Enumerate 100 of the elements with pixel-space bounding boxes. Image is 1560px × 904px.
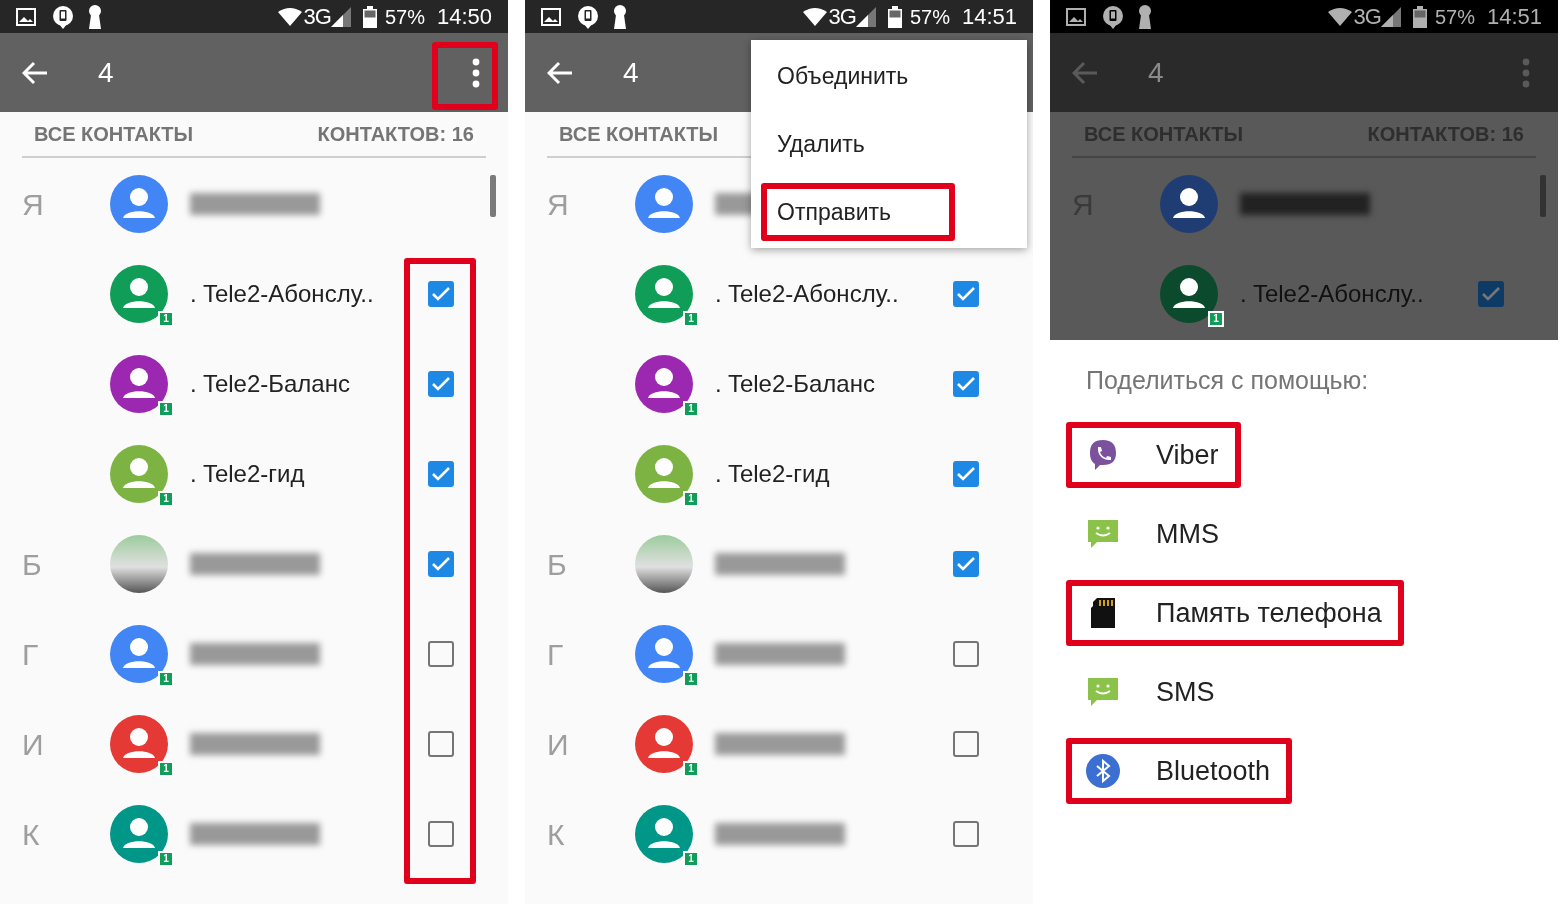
sim-badge: 1: [683, 851, 699, 867]
check-icon: [957, 557, 975, 571]
checkbox[interactable]: [428, 641, 454, 667]
checkbox[interactable]: [428, 281, 454, 307]
menu-item[interactable]: Удалить: [761, 126, 881, 162]
checkbox[interactable]: [428, 731, 454, 757]
sim-badge: 1: [683, 761, 699, 777]
section-letter: К: [22, 817, 40, 851]
sim-badge: 1: [1208, 311, 1224, 327]
message-smile-icon: [1087, 518, 1119, 550]
clock-time: 14:50: [436, 3, 492, 31]
network-type: 3G: [303, 3, 331, 31]
contact-name[interactable]: . Tele2-Абонслу..: [190, 276, 374, 312]
check-icon: [957, 377, 975, 391]
signal-icon: [330, 6, 351, 27]
share-option[interactable]: Viber: [1066, 422, 1241, 488]
check-icon: [957, 467, 975, 481]
section-letter: Я: [22, 187, 44, 221]
contacts-count: КОНТАКТОВ: 16: [317, 122, 474, 147]
checkbox[interactable]: [428, 371, 454, 397]
sim-badge: 1: [683, 671, 699, 687]
battery-icon: [362, 5, 377, 28]
check-icon: [1482, 287, 1500, 301]
share-option[interactable]: Bluetooth: [1066, 738, 1293, 804]
phone-pin-icon: [52, 4, 74, 29]
sim-badge: 1: [158, 491, 174, 507]
check-icon: [432, 557, 450, 571]
sim-badge: 1: [158, 311, 174, 327]
section-letter: Б: [22, 547, 42, 581]
contact-name[interactable]: . Tele2-Баланс: [190, 366, 350, 402]
check-icon: [432, 377, 450, 391]
sim-badge: 1: [683, 311, 699, 327]
selected-count: 4: [623, 55, 639, 90]
sim-badge: 1: [683, 491, 699, 507]
checkbox[interactable]: [953, 461, 979, 487]
keyhole-icon: [1138, 4, 1152, 29]
wifi-icon: [802, 7, 827, 26]
checkbox[interactable]: [953, 821, 979, 847]
selected-count: 4: [1148, 55, 1164, 90]
battery-percent: 57%: [384, 4, 425, 30]
network-type: 3G: [1353, 3, 1381, 31]
sim-badge: 1: [158, 761, 174, 777]
phone-pin-icon: [1102, 4, 1124, 29]
network-type: 3G: [828, 3, 856, 31]
battery-icon: [887, 5, 902, 28]
keyhole-icon: [613, 4, 627, 29]
section-letter: Я: [547, 187, 569, 221]
more-menu-icon[interactable]: [472, 57, 480, 88]
share-title: Поделиться с помощью:: [1086, 366, 1369, 394]
checkbox[interactable]: [428, 821, 454, 847]
keyhole-icon: [88, 4, 102, 29]
checkbox[interactable]: [428, 461, 454, 487]
share-option[interactable]: Память телефона: [1066, 580, 1404, 646]
battery-icon: [1412, 5, 1427, 28]
checkbox[interactable]: [953, 731, 979, 757]
checkbox[interactable]: [953, 641, 979, 667]
bluetooth-icon: [1086, 754, 1120, 788]
battery-percent: 57%: [1434, 4, 1475, 30]
contact-name[interactable]: . Tele2-гид: [190, 456, 305, 492]
checkbox[interactable]: [428, 551, 454, 577]
contact-name[interactable]: . Tele2-гид: [715, 456, 830, 492]
share-option[interactable]: MMS: [1066, 501, 1241, 567]
menu-item[interactable]: Отправить: [761, 182, 955, 242]
check-icon: [432, 287, 450, 301]
contact-name[interactable]: . Tele2-Баланс: [715, 366, 875, 402]
all-contacts-tab[interactable]: ВСЕ КОНТАКТЫ: [34, 119, 194, 149]
sim-badge: 1: [683, 401, 699, 417]
phone-pin-icon: [577, 4, 599, 29]
clock-time: 14:51: [1486, 3, 1542, 31]
section-letter: К: [547, 817, 565, 851]
share-option[interactable]: SMS: [1066, 659, 1237, 725]
all-contacts-tab[interactable]: ВСЕ КОНТАКТЫ: [559, 119, 719, 149]
check-icon: [957, 287, 975, 301]
viber-icon: [1088, 439, 1118, 471]
section-letter: Б: [547, 547, 567, 581]
section-letter: И: [22, 727, 44, 761]
checkbox[interactable]: [953, 281, 979, 307]
sim-badge: 1: [158, 671, 174, 687]
image-icon: [541, 7, 561, 26]
checkbox[interactable]: [953, 371, 979, 397]
section-letter: И: [547, 727, 569, 761]
memory-card-icon: [1091, 598, 1115, 628]
message-smile-icon: [1087, 676, 1119, 708]
battery-percent: 57%: [909, 4, 950, 30]
image-icon: [16, 7, 36, 26]
contact-name[interactable]: . Tele2-Абонслу..: [715, 276, 899, 312]
menu-item[interactable]: Объединить: [761, 58, 925, 94]
image-icon: [1066, 7, 1086, 26]
checkbox[interactable]: [953, 551, 979, 577]
sim-badge: 1: [158, 851, 174, 867]
checkbox[interactable]: [1478, 281, 1504, 307]
sim-badge: 1: [158, 401, 174, 417]
section-letter: Г: [22, 637, 39, 671]
check-icon: [432, 467, 450, 481]
signal-icon: [1380, 6, 1401, 27]
clock-time: 14:51: [961, 3, 1017, 31]
selected-count: 4: [98, 55, 114, 90]
wifi-icon: [1327, 7, 1352, 26]
wifi-icon: [277, 7, 302, 26]
signal-icon: [855, 6, 876, 27]
